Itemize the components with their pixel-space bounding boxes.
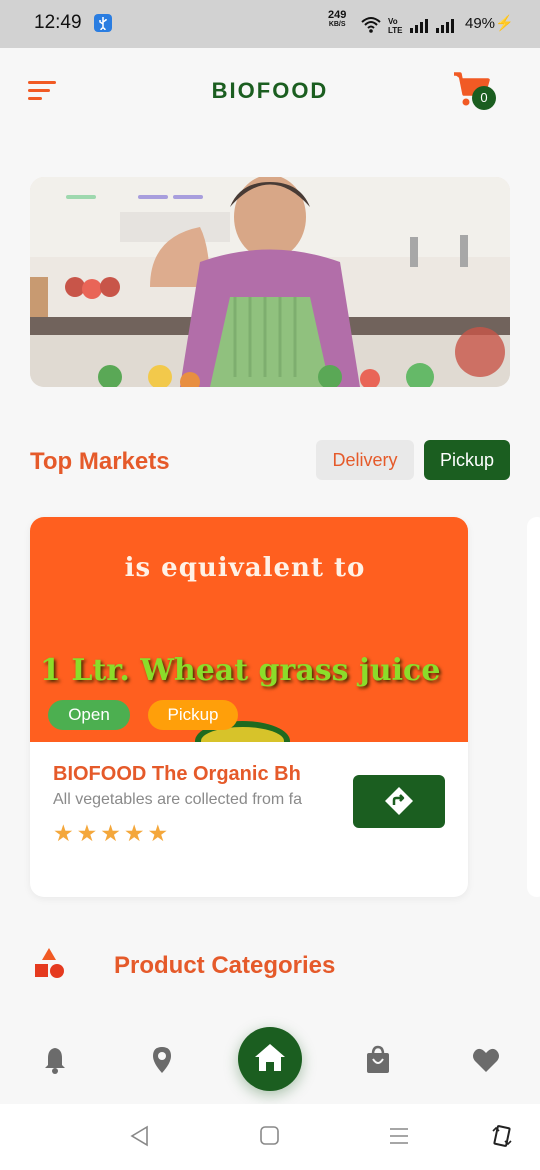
home-icon — [255, 1044, 285, 1071]
tab-pickup[interactable]: Pickup — [424, 440, 510, 480]
home-button[interactable] — [238, 1027, 302, 1091]
svg-text:LTE: LTE — [388, 26, 403, 35]
carousel-indicator-active[interactable] — [66, 195, 96, 199]
tab-delivery[interactable]: Delivery — [316, 440, 414, 480]
carousel-indicator[interactable] — [173, 195, 203, 199]
carousel-indicator[interactable] — [138, 195, 168, 199]
rotate-icon[interactable] — [490, 1124, 514, 1148]
signal-icons: Vo LTE — [360, 14, 460, 41]
product-categories-title: Product Categories — [114, 952, 336, 979]
top-markets-title: Top Markets — [30, 448, 170, 475]
home-nav-icon[interactable] — [258, 1124, 282, 1148]
shopping-bag-icon[interactable] — [363, 1045, 393, 1075]
system-navigation-bar — [0, 1104, 540, 1170]
open-status-badge: Open — [48, 700, 130, 730]
categories-icon — [33, 947, 65, 979]
market-description: All vegetables are collected from fa — [53, 791, 303, 808]
usb-icon — [94, 14, 112, 32]
status-bar: 12:49 249 KB/S Vo LTE 49%⚡ — [0, 0, 540, 48]
next-market-card[interactable] — [527, 517, 540, 897]
bell-icon[interactable] — [40, 1045, 70, 1075]
rating-stars: ★★★★★ — [53, 820, 172, 846]
promo-banner[interactable] — [30, 177, 510, 387]
battery-indicator: 49%⚡ — [465, 15, 514, 32]
image-headline-text: 1 Ltr. Wheat grass juice — [40, 653, 441, 688]
network-speed: 249 KB/S — [328, 9, 347, 29]
market-name: BIOFOOD The Organic Bh — [53, 763, 301, 785]
location-pin-icon[interactable] — [147, 1045, 177, 1075]
directions-button[interactable] — [353, 775, 445, 828]
cart-count-badge: 0 — [472, 86, 496, 110]
svg-text:Vo: Vo — [388, 17, 398, 26]
recents-icon[interactable] — [387, 1124, 411, 1148]
status-time: 12:49 — [34, 12, 82, 33]
wifi-icon — [361, 17, 381, 29]
directions-icon — [385, 787, 413, 815]
charging-icon: ⚡ — [495, 15, 514, 32]
image-text: is equivalent to — [124, 553, 366, 583]
heart-icon[interactable] — [471, 1045, 501, 1075]
banner-image — [30, 177, 510, 387]
pickup-mode-badge: Pickup — [148, 700, 238, 730]
back-icon[interactable] — [128, 1124, 152, 1148]
